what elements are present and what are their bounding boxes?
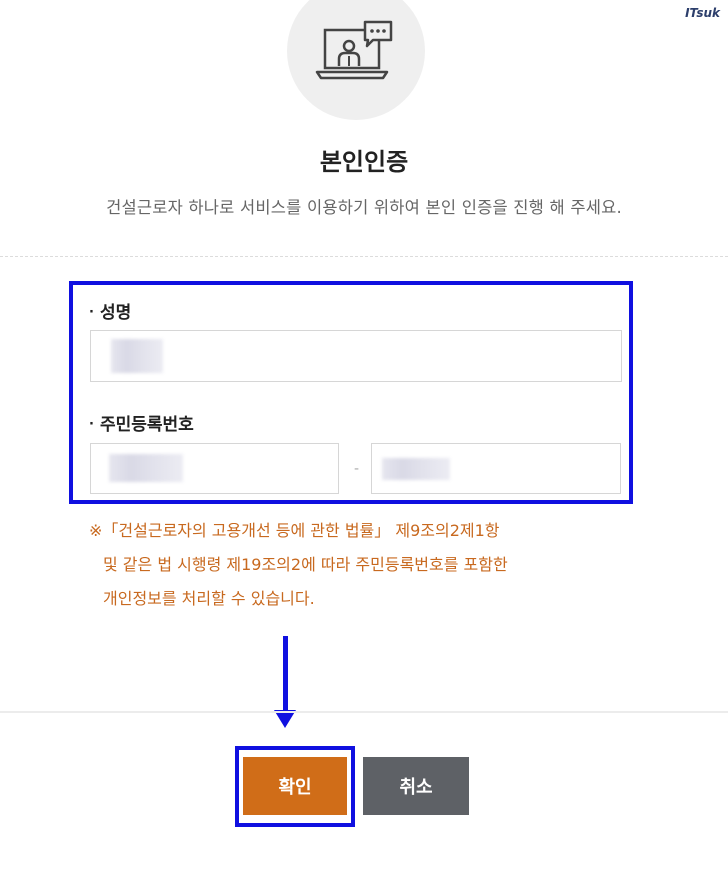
notice-line-3: 개인정보를 처리할 수 있습니다. — [103, 589, 315, 608]
notice-line-2: 및 같은 법 시행령 제19조의2에 따라 주민등록번호를 포함한 — [103, 555, 508, 574]
watermark: ITsuk — [685, 6, 720, 20]
notice-line-1: ※「건설근로자의 고용개선 등에 관한 법률」 제9조의2제1항 — [89, 521, 500, 540]
annotation-arrow-line — [283, 636, 288, 712]
confirm-highlight-box — [235, 746, 355, 827]
footer-divider — [0, 711, 728, 713]
page-title: 본인인증 — [319, 148, 409, 176]
identity-icon-circle — [287, 0, 425, 120]
page-subtitle: 건설근로자 하나로 서비스를 이용하기 위하여 본인 인증을 진행 해 주세요. — [106, 198, 622, 217]
form-highlight-box — [69, 281, 633, 504]
cancel-button[interactable]: 취소 — [363, 757, 469, 815]
section-divider — [0, 256, 728, 257]
privacy-notice: ※「건설근로자의 고용개선 등에 관한 법률」 제9조의2제1항 및 같은 법 … — [89, 514, 649, 616]
video-call-person-icon — [315, 20, 393, 80]
